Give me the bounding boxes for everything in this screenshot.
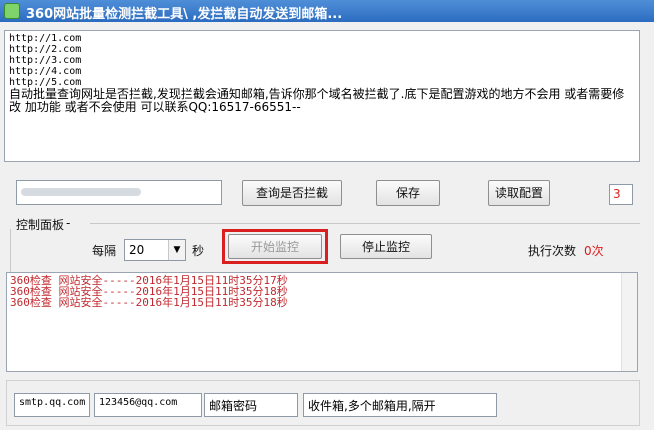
url-line: http://2.com bbox=[9, 44, 82, 55]
url-input[interactable] bbox=[16, 180, 222, 205]
chevron-down-icon[interactable]: ▼ bbox=[168, 240, 185, 260]
exec-count-label: 执行次数 bbox=[528, 244, 577, 258]
email-password-input[interactable]: 邮箱密码 bbox=[204, 393, 298, 417]
interval-label: 每隔 bbox=[92, 244, 117, 258]
log-line: 360检查 网站安全-----2016年1月15日11时35分18秒 bbox=[10, 296, 288, 309]
log-scrollbar[interactable] bbox=[621, 273, 637, 371]
stop-monitor-button[interactable]: 停止监控 bbox=[340, 234, 432, 259]
control-panel-dash: - bbox=[66, 216, 71, 230]
divider bbox=[10, 229, 11, 273]
url-textarea[interactable]: http://1.com http://2.com http://3.com h… bbox=[4, 30, 640, 162]
url-line: http://3.com bbox=[9, 55, 82, 66]
url-line: http://1.com bbox=[9, 33, 82, 44]
seconds-label: 秒 bbox=[192, 244, 205, 258]
exec-count-value: 0次 bbox=[584, 244, 604, 258]
window-title: 360网站批量检测拦截工具\ ,发拦截自动发送到邮箱... bbox=[26, 7, 343, 22]
query-button[interactable]: 查询是否拦截 bbox=[242, 180, 342, 206]
email-account-input[interactable]: 123456@qq.com bbox=[94, 393, 202, 417]
app-icon bbox=[4, 3, 20, 19]
divider bbox=[90, 223, 640, 224]
url-line: http://4.com bbox=[9, 66, 82, 77]
read-config-button[interactable]: 读取配置 bbox=[488, 180, 550, 206]
control-panel-label: 控制面板 bbox=[16, 218, 65, 232]
blurred-url bbox=[21, 188, 141, 196]
count-input[interactable]: 3 bbox=[609, 184, 633, 205]
interval-value: 20 bbox=[129, 243, 145, 257]
title-bar: 360网站批量检测拦截工具\ ,发拦截自动发送到邮箱... bbox=[0, 0, 654, 22]
log-textarea[interactable]: 360检查 网站安全-----2016年1月15日11时35分17秒 360检查… bbox=[6, 272, 638, 372]
interval-select[interactable]: 20 ▼ bbox=[124, 239, 186, 261]
highlight-box bbox=[222, 229, 328, 264]
description-text: 自动批量查询网址是否拦截,发现拦截会通知邮箱,告诉你那个域名被拦截了.底下是配置… bbox=[9, 87, 625, 114]
smtp-input[interactable]: smtp.qq.com bbox=[14, 393, 90, 417]
save-button[interactable]: 保存 bbox=[376, 180, 440, 206]
recipients-input[interactable]: 收件箱,多个邮箱用,隔开 bbox=[303, 393, 497, 417]
